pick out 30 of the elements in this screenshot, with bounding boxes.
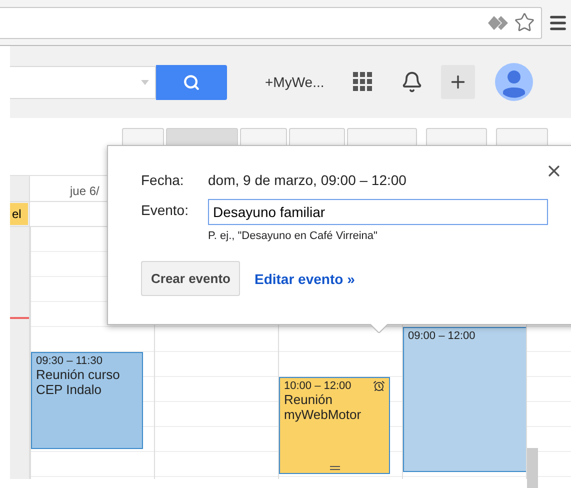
event-title: Reunión curso CEP Indalo	[36, 367, 121, 397]
date-label: Fecha:	[141, 172, 185, 188]
all-day-event[interactable]: el	[10, 203, 28, 225]
bookmark-star-icon[interactable]	[514, 12, 535, 33]
calendar-event[interactable]: 09:30 – 11:30 Reunión curso CEP Indalo	[31, 352, 143, 449]
calendar-event[interactable]: 10:00 – 12:00 Reunión myWebMotor	[279, 377, 390, 474]
scrollbar-thumb[interactable]	[527, 448, 538, 488]
user-avatar-icon[interactable]	[495, 63, 534, 101]
account-label[interactable]: +MyWe...	[265, 74, 324, 90]
event-label: Evento:	[141, 202, 190, 218]
notification-bell-icon[interactable]	[401, 71, 424, 93]
extension-icon[interactable]	[488, 14, 508, 30]
day-header[interactable]: jue 6/	[70, 176, 100, 201]
search-field[interactable]	[10, 66, 156, 98]
dropdown-arrow-icon[interactable]	[141, 80, 149, 84]
search-button[interactable]	[156, 64, 227, 100]
apps-grid-icon[interactable]	[353, 72, 374, 92]
date-value: dom, 9 de marzo, 09:00 – 12:00	[208, 172, 406, 188]
event-time: 09:00 – 12:00	[408, 330, 476, 342]
calendar-event[interactable]: 09:00 – 12:00	[403, 327, 527, 472]
alarm-clock-icon	[373, 380, 385, 392]
search-icon	[183, 74, 200, 90]
event-name-field[interactable]: Desayuno familiar	[208, 199, 548, 225]
event-title: Reunión myWebMotor	[284, 392, 362, 422]
event-time: 10:00 – 12:00	[284, 380, 352, 392]
add-button[interactable]	[441, 65, 476, 99]
event-time: 09:30 – 11:30	[36, 355, 102, 367]
create-event-button[interactable]: Crear evento	[141, 261, 240, 296]
resize-handle-icon[interactable]	[330, 466, 340, 470]
current-time-line	[10, 317, 29, 319]
